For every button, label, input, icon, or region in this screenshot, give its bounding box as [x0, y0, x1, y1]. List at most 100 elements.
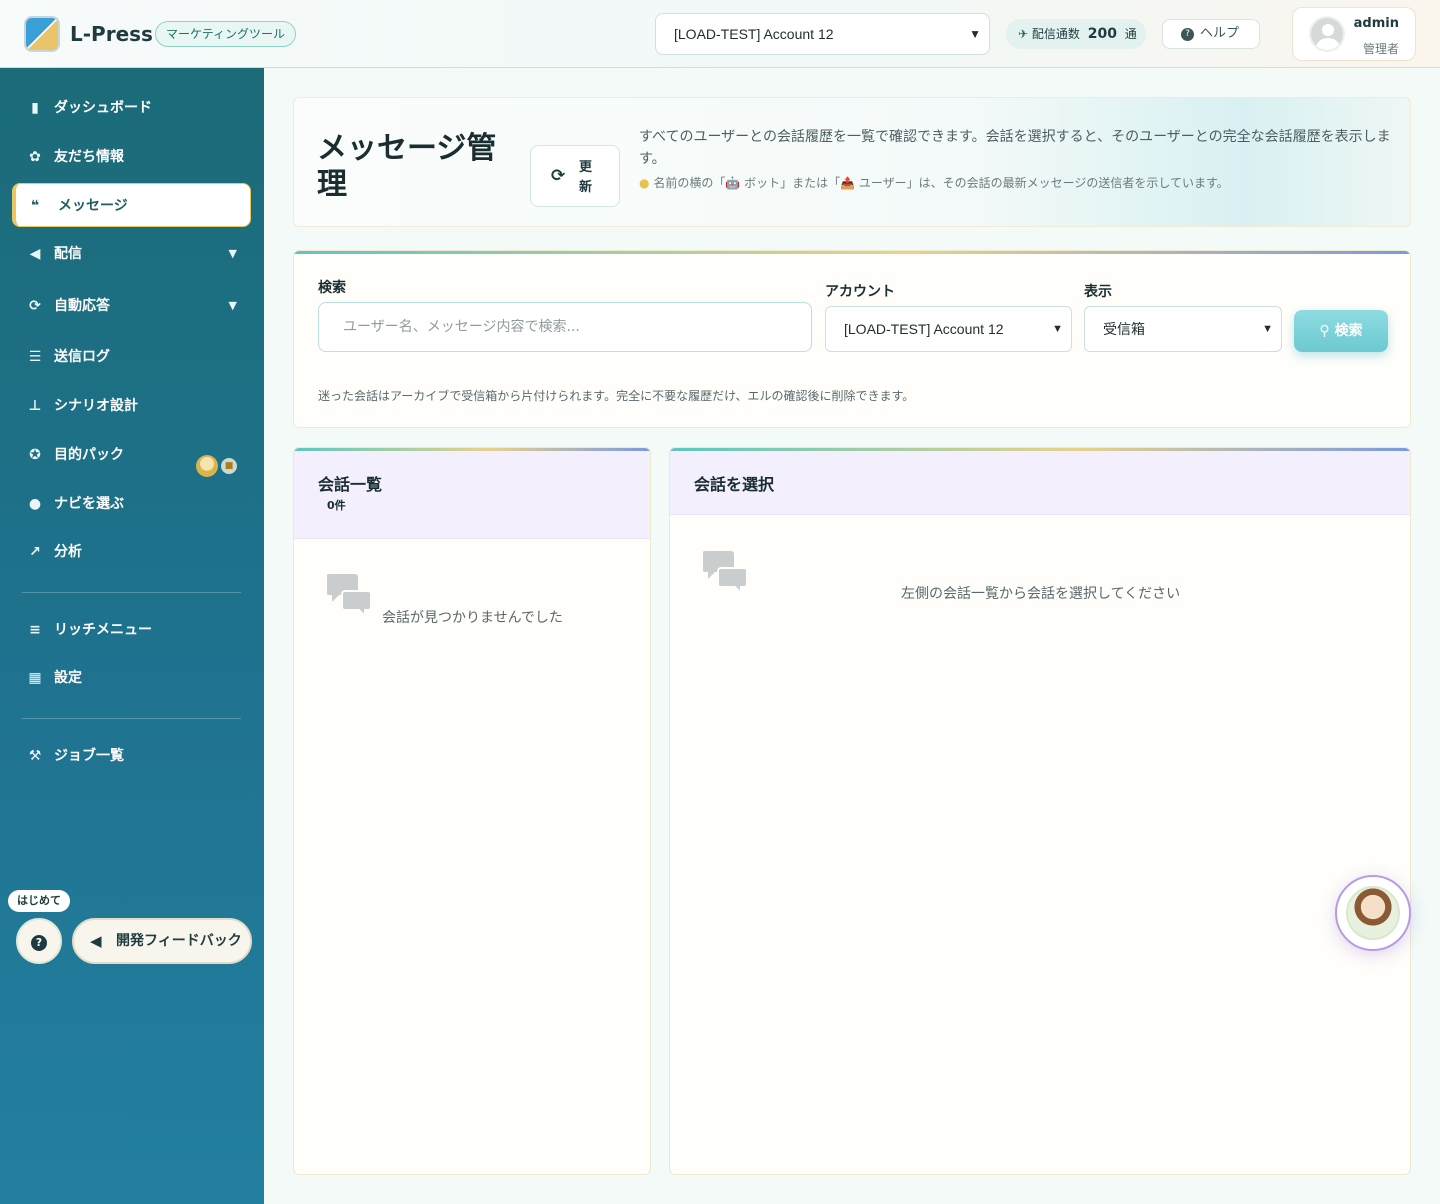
page-note: ● 名前の横の「🤖 ボット」または「📤 ユーザー」は、その会話の最新メッセージの… — [639, 174, 1394, 191]
sidebar-item-auto-reply[interactable]: ⟳ 自動応答 ▼ — [12, 284, 251, 328]
sidebar-item-label: シナリオ設計 — [54, 398, 138, 414]
send-count-value: 200 — [1087, 26, 1117, 42]
chevron-down-icon: ▼ — [1052, 323, 1063, 335]
user-menu[interactable]: admin 管理者 — [1292, 7, 1416, 61]
refresh-icon: ⟳ — [29, 298, 41, 314]
sidebar-item-label: 目的パック — [54, 447, 124, 463]
user-role: 管理者 — [1362, 42, 1399, 56]
menu-icon: ≡ — [29, 622, 41, 638]
header-account-select[interactable]: [LOAD-TEST] Account 12 ▼ — [655, 13, 990, 55]
sidebar-item-send-log[interactable]: ☰ 送信ログ — [12, 335, 251, 379]
sidebar-item-label: 送信ログ — [54, 349, 110, 365]
account-select[interactable]: [LOAD-TEST] Account 12 ▼ — [825, 306, 1072, 352]
sidebar-item-friends[interactable]: ✿ 友だち情報 — [12, 135, 251, 179]
account-label: アカウント — [825, 284, 895, 300]
sitemap-icon: ⊥ — [28, 398, 42, 414]
sidebar-item-jobs[interactable]: ⚒ ジョブ一覧 — [12, 734, 251, 778]
sidebar-item-messages[interactable]: ❝ メッセージ — [12, 183, 251, 227]
help-button[interactable]: ? ヘルプ — [1162, 19, 1260, 49]
sidebar-item-label: 自動応答 — [54, 298, 110, 314]
conversation-empty-text: 会話が見つかりませんでした — [382, 610, 563, 626]
settings-icon: ▦ — [28, 670, 42, 686]
megaphone-icon: ◀ — [90, 932, 102, 950]
conversation-count: 0件 — [327, 499, 346, 512]
user-name: admin — [1353, 16, 1399, 31]
conversation-list-title: 会話一覧 — [318, 475, 383, 494]
first-time-badge: はじめて — [8, 890, 70, 912]
question-icon: ? — [1181, 28, 1194, 41]
dev-feedback-button[interactable]: ◀ 開発フィードバック — [72, 918, 252, 964]
sidebar-item-purpose-pack[interactable]: ✪ 目的パック ■ — [12, 433, 251, 477]
app-logo[interactable] — [24, 16, 60, 52]
comments-icon — [327, 574, 372, 616]
question-icon: ? — [31, 935, 47, 951]
page-description: すべてのユーザーとの会話履歴を一覧で確認できます。会話を選択すると、そのユーザー… — [639, 129, 1391, 167]
view-select-value: 受信箱 — [1103, 321, 1145, 337]
chat-bubble-icon: ● — [28, 496, 42, 512]
sidebar-item-label: 設定 — [54, 670, 82, 686]
character-avatar-icon — [196, 455, 218, 477]
feedback-label: 開発フィードバック — [116, 933, 242, 949]
chevron-down-icon: ▼ — [1262, 323, 1273, 335]
sidebar-item-analytics[interactable]: ↗ 分析 — [12, 530, 251, 574]
comments-icon — [703, 551, 748, 593]
help-label: ヘルプ — [1200, 26, 1240, 41]
sidebar-item-label: 分析 — [54, 544, 82, 560]
user-avatar — [1309, 16, 1345, 52]
assistant-chat-button[interactable] — [1335, 875, 1411, 951]
top-header: L-Press マーケティングツール [LOAD-TEST] Account 1… — [0, 0, 1440, 68]
sidebar-item-label: 配信 — [54, 246, 82, 262]
sidebar-item-dashboard[interactable]: ▮ ダッシュボード — [12, 86, 251, 130]
refresh-label: 更新 — [579, 160, 593, 195]
page-title: メッセージ管理 — [317, 131, 497, 202]
award-icon: ✪ — [29, 447, 41, 463]
sidebar-item-rich-menu[interactable]: ≡ リッチメニュー — [12, 608, 251, 652]
account-select-value: [LOAD-TEST] Account 12 — [844, 321, 1004, 337]
lock-icon: ■ — [221, 458, 237, 474]
send-count-unit: 通 — [1124, 27, 1137, 41]
hammer-icon: ⚒ — [28, 748, 42, 764]
filter-card: 検索 ユーザー名、メッセージ内容で検索... アカウント [LOAD-TEST]… — [293, 250, 1411, 428]
onboarding-help-button[interactable]: ? — [16, 918, 62, 964]
sidebar-item-label: ナビを選ぶ — [54, 496, 124, 512]
refresh-button[interactable]: ⟳ 更新 — [530, 145, 620, 207]
sidebar-divider — [22, 718, 241, 719]
search-icon: ⚲ — [1319, 323, 1330, 339]
list-icon: ☰ — [28, 349, 42, 365]
assistant-avatar-icon — [1346, 886, 1400, 940]
view-select[interactable]: 受信箱 ▼ — [1084, 306, 1282, 352]
sidebar-item-navi[interactable]: ● ナビを選ぶ — [12, 482, 251, 526]
sidebar-item-label: 友だち情報 — [54, 149, 124, 165]
page-note-text: 名前の横の「🤖 ボット」または「📤 ユーザー」は、その会話の最新メッセージの送信… — [653, 176, 1229, 190]
sidebar-item-label: ジョブ一覧 — [54, 748, 124, 764]
page-header-card: メッセージ管理 ⟳ 更新 すべてのユーザーとの会話履歴を一覧で確認できます。会話… — [293, 97, 1411, 227]
sidebar-item-label: ダッシュボード — [54, 100, 152, 116]
refresh-icon: ⟳ — [551, 166, 566, 186]
conversation-detail-header: 会話を選択 — [670, 451, 1410, 515]
sidebar: ▮ ダッシュボード ✿ 友だち情報 ❝ メッセージ ◀ 配信 ▼ ⟳ 自動応答 … — [0, 68, 264, 1204]
conversation-list-header: 会話一覧 0件 — [294, 451, 650, 539]
search-input[interactable]: ユーザー名、メッセージ内容で検索... — [318, 302, 812, 352]
lightbulb-icon: ● — [639, 176, 650, 190]
friends-icon: ✿ — [29, 149, 41, 165]
chevron-down-icon: ▼ — [969, 27, 981, 41]
line-chart-icon: ↗ — [29, 544, 41, 560]
app-tag-badge: マーケティングツール — [155, 21, 297, 47]
sidebar-item-settings[interactable]: ▦ 設定 — [12, 656, 251, 700]
sidebar-divider — [22, 592, 241, 593]
search-label: 検索 — [318, 280, 346, 296]
search-button[interactable]: ⚲ 検索 — [1294, 310, 1388, 352]
chevron-down-icon: ▼ — [228, 299, 237, 312]
sidebar-item-broadcast[interactable]: ◀ 配信 ▼ — [12, 232, 251, 276]
search-button-label: 検索 — [1334, 323, 1363, 339]
chevron-down-icon: ▼ — [228, 247, 237, 260]
sidebar-item-scenario[interactable]: ⊥ シナリオ設計 — [12, 384, 251, 428]
comments-icon: ❝ — [30, 198, 40, 214]
send-count-badge: ✈ 配信通数 200 通 — [1006, 19, 1146, 49]
sidebar-item-label: リッチメニュー — [54, 622, 152, 638]
bar-chart-icon: ▮ — [31, 100, 39, 116]
sidebar-item-label: メッセージ — [58, 198, 128, 214]
app-name[interactable]: L-Press — [70, 22, 153, 46]
send-icon: ✈ — [1018, 27, 1029, 41]
conversation-detail-panel: 会話を選択 左側の会話一覧から会話を選択してください — [669, 447, 1411, 1175]
